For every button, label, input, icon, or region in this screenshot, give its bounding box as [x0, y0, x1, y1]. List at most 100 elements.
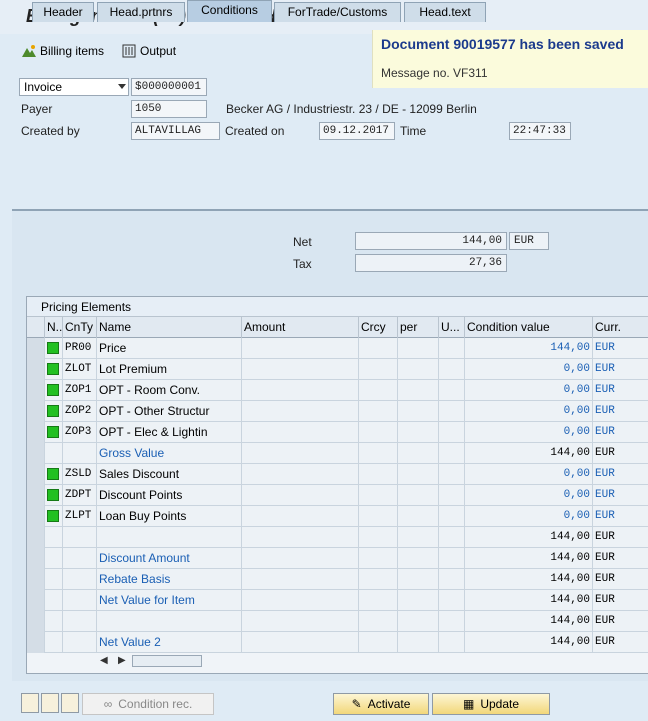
tax-value-field[interactable]: 27,36: [355, 254, 507, 272]
crcy-cell[interactable]: [359, 401, 398, 422]
table-row[interactable]: ZLPT Loan Buy Points 0,00 EUR: [27, 506, 648, 527]
status-cell[interactable]: [45, 569, 63, 590]
status-cell[interactable]: [45, 527, 63, 548]
curr-cell[interactable]: EUR: [593, 422, 648, 443]
amount-cell[interactable]: [242, 380, 359, 401]
cnty-cell[interactable]: ZOP1: [63, 380, 97, 401]
cnty-cell[interactable]: ZOP2: [63, 401, 97, 422]
crcy-cell[interactable]: [359, 338, 398, 359]
per-cell[interactable]: [398, 359, 439, 380]
cnty-cell[interactable]: ZLOT: [63, 359, 97, 380]
amount-cell[interactable]: [242, 359, 359, 380]
crcy-cell[interactable]: [359, 506, 398, 527]
condition-value-cell[interactable]: 144,00: [465, 338, 593, 359]
condition-value-cell[interactable]: 0,00: [465, 485, 593, 506]
status-cell[interactable]: [45, 422, 63, 443]
unit-cell[interactable]: [439, 548, 465, 569]
per-cell[interactable]: [398, 569, 439, 590]
cnty-cell[interactable]: ZLPT: [63, 506, 97, 527]
condition-value-cell[interactable]: 144,00: [465, 569, 593, 590]
tab-fortrade-customs[interactable]: ForTrade/Customs: [274, 2, 401, 22]
name-cell[interactable]: [97, 611, 242, 632]
cnty-cell[interactable]: ZDPT: [63, 485, 97, 506]
condition-value-cell[interactable]: 144,00: [465, 443, 593, 464]
unit-cell[interactable]: [439, 590, 465, 611]
scroll-left-icon[interactable]: ◀: [100, 655, 108, 666]
col-header-n[interactable]: N..: [45, 317, 63, 338]
amount-cell[interactable]: [242, 506, 359, 527]
amount-cell[interactable]: [242, 401, 359, 422]
condition-value-cell[interactable]: 0,00: [465, 359, 593, 380]
horizontal-scrollbar[interactable]: ◀ ▶: [96, 653, 206, 669]
name-cell[interactable]: Discount Amount: [97, 548, 242, 569]
col-header-curr[interactable]: Curr.: [593, 317, 648, 338]
table-row[interactable]: PR00 Price 144,00 EUR: [27, 338, 648, 359]
status-cell[interactable]: [45, 359, 63, 380]
table-row[interactable]: ZOP3 OPT - Elec & Lightin 0,00 EUR: [27, 422, 648, 443]
cnty-cell[interactable]: [63, 569, 97, 590]
name-cell[interactable]: Net Value 2: [97, 632, 242, 653]
table-row[interactable]: ZDPT Discount Points 0,00 EUR: [27, 485, 648, 506]
unit-cell[interactable]: [439, 569, 465, 590]
crcy-cell[interactable]: [359, 632, 398, 653]
crcy-cell[interactable]: [359, 590, 398, 611]
status-cell[interactable]: [45, 590, 63, 611]
row-selector[interactable]: [27, 569, 45, 590]
unit-cell[interactable]: [439, 338, 465, 359]
row-selector[interactable]: [27, 338, 45, 359]
unit-cell[interactable]: [439, 527, 465, 548]
name-cell[interactable]: Lot Premium: [97, 359, 242, 380]
condition-value-cell[interactable]: 144,00: [465, 590, 593, 611]
col-header-amount[interactable]: Amount: [242, 317, 359, 338]
crcy-cell[interactable]: [359, 380, 398, 401]
table-row[interactable]: Discount Amount 144,00 EUR: [27, 548, 648, 569]
crcy-cell[interactable]: [359, 443, 398, 464]
col-header-name[interactable]: Name: [97, 317, 242, 338]
status-cell[interactable]: [45, 443, 63, 464]
row-selector[interactable]: [27, 464, 45, 485]
table-row[interactable]: Net Value 2 144,00 EUR: [27, 632, 648, 653]
amount-cell[interactable]: [242, 422, 359, 443]
billing-items-button[interactable]: Billing items: [22, 42, 104, 60]
per-cell[interactable]: [398, 590, 439, 611]
table-row[interactable]: Net Value for Item 144,00 EUR: [27, 590, 648, 611]
amount-cell[interactable]: [242, 548, 359, 569]
amount-cell[interactable]: [242, 590, 359, 611]
cnty-cell[interactable]: [63, 548, 97, 569]
curr-cell[interactable]: EUR: [593, 632, 648, 653]
curr-cell[interactable]: EUR: [593, 443, 648, 464]
row-selector[interactable]: [27, 548, 45, 569]
unit-cell[interactable]: [439, 422, 465, 443]
status-cell[interactable]: [45, 485, 63, 506]
amount-cell[interactable]: [242, 464, 359, 485]
crcy-cell[interactable]: [359, 359, 398, 380]
amount-cell[interactable]: [242, 485, 359, 506]
row-selector[interactable]: [27, 401, 45, 422]
doc-type-select[interactable]: Invoice: [19, 78, 129, 96]
per-cell[interactable]: [398, 548, 439, 569]
curr-cell[interactable]: EUR: [593, 401, 648, 422]
unit-cell[interactable]: [439, 401, 465, 422]
row-selector[interactable]: [27, 380, 45, 401]
col-header-unit[interactable]: U...: [439, 317, 465, 338]
status-cell[interactable]: [45, 632, 63, 653]
insert-row-icon[interactable]: [41, 693, 59, 713]
activate-button[interactable]: ✎ Activate: [333, 693, 429, 715]
status-cell[interactable]: [45, 380, 63, 401]
tab-head-text[interactable]: Head.text: [404, 2, 486, 22]
row-selector[interactable]: [27, 527, 45, 548]
net-value-field[interactable]: 144,00: [355, 232, 507, 250]
unit-cell[interactable]: [439, 380, 465, 401]
per-cell[interactable]: [398, 443, 439, 464]
condition-value-cell[interactable]: 0,00: [465, 464, 593, 485]
curr-cell[interactable]: EUR: [593, 380, 648, 401]
crcy-cell[interactable]: [359, 527, 398, 548]
cnty-cell[interactable]: [63, 632, 97, 653]
cnty-cell[interactable]: ZSLD: [63, 464, 97, 485]
scroll-right-icon[interactable]: ▶: [118, 655, 126, 666]
per-cell[interactable]: [398, 338, 439, 359]
name-cell[interactable]: [97, 527, 242, 548]
per-cell[interactable]: [398, 380, 439, 401]
unit-cell[interactable]: [439, 443, 465, 464]
col-header-per[interactable]: per: [398, 317, 439, 338]
